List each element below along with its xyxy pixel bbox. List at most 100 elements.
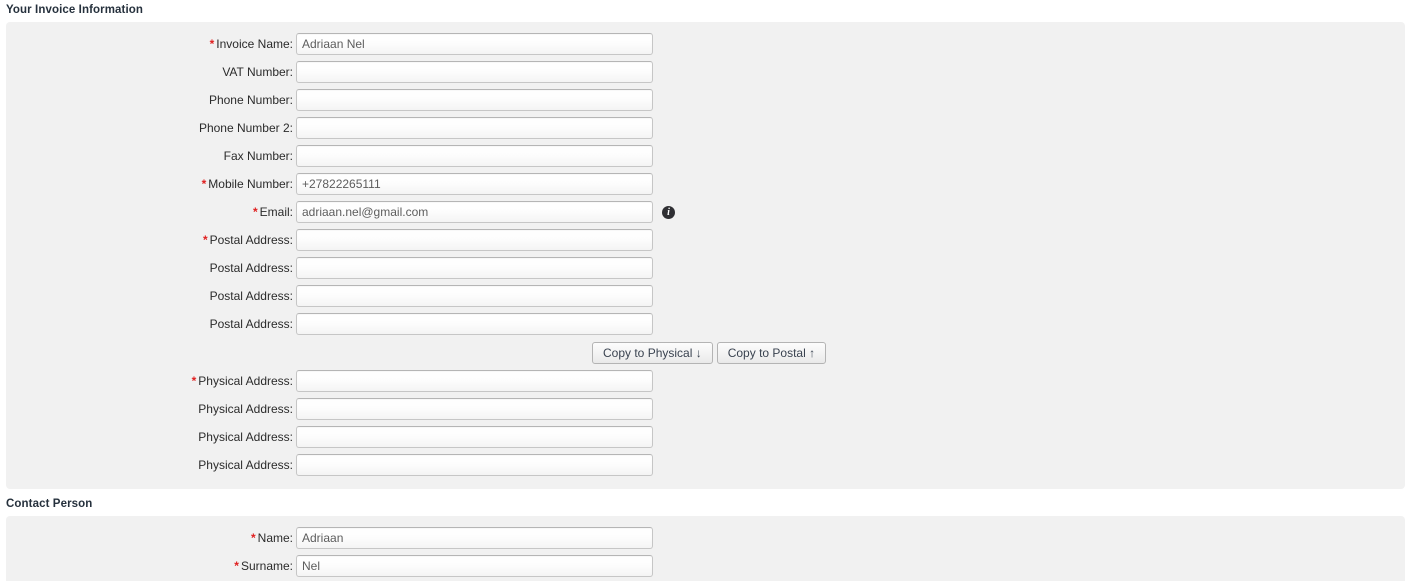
form-row: Fax Number: <box>6 142 1405 170</box>
form-row: Postal Address: <box>6 310 1405 338</box>
required-marker: * <box>209 37 215 51</box>
form-row: * Surname: <box>6 552 1405 580</box>
field-label-text: Fax Number: <box>223 149 293 163</box>
field-label-text: Postal Address: <box>209 261 293 275</box>
field-label: * Physical Address: <box>6 374 296 388</box>
field-label-text: Phone Number: <box>208 93 293 107</box>
copy-to-postal-button[interactable]: Copy to Postal ↑ <box>716 341 827 364</box>
surname-input[interactable] <box>296 555 653 577</box>
phone-number-input[interactable] <box>296 89 653 111</box>
field-wrapper <box>296 285 653 307</box>
field-label: * Email: <box>6 205 296 219</box>
field-label: Postal Address: <box>6 289 296 303</box>
form-row: Physical Address: <box>6 423 1405 451</box>
field-label-text: Physical Address: <box>198 430 293 444</box>
required-marker: * <box>191 374 197 388</box>
field-label-text: Physical Address: <box>198 402 293 416</box>
form-row: Physical Address: <box>6 451 1405 479</box>
field-label-text: Postal Address: <box>209 317 293 331</box>
required-marker: * <box>252 205 258 219</box>
postal-address-input[interactable] <box>296 313 653 335</box>
field-label: * Postal Address: <box>6 233 296 247</box>
phone-number-2-input[interactable] <box>296 117 653 139</box>
fax-number-input[interactable] <box>296 145 653 167</box>
form-row: * Name: <box>6 524 1405 552</box>
required-marker: * <box>201 177 207 191</box>
field-label: Phone Number: <box>6 93 296 107</box>
form-row: Phone Number 2: <box>6 114 1405 142</box>
section-heading-contact-person: Contact Person <box>6 498 93 510</box>
postal-address-input[interactable] <box>296 257 653 279</box>
mobile-number-input[interactable] <box>296 173 653 195</box>
field-wrapper: i <box>296 201 675 223</box>
panel-invoice-information: *Invoice Name:VAT Number:Phone Number:Ph… <box>6 22 1405 489</box>
vat-number-input[interactable] <box>296 61 653 83</box>
section-heading-invoice-information: Your Invoice Information <box>6 4 144 16</box>
field-wrapper <box>296 33 653 55</box>
name-input[interactable] <box>296 527 653 549</box>
form-row: * Physical Address: <box>6 367 1405 395</box>
field-wrapper <box>296 257 653 279</box>
physical-address-input[interactable] <box>296 454 653 476</box>
required-marker: * <box>250 531 256 545</box>
field-wrapper <box>296 398 653 420</box>
required-marker: * <box>202 233 208 247</box>
field-wrapper <box>296 370 653 392</box>
field-wrapper <box>296 117 653 139</box>
form-row: VAT Number: <box>6 58 1405 86</box>
email-input[interactable] <box>296 201 653 223</box>
field-label-text: Postal Address: <box>209 233 293 247</box>
form-row: Postal Address: <box>6 254 1405 282</box>
form-row: Phone Number: <box>6 86 1405 114</box>
physical-address-input[interactable] <box>296 398 653 420</box>
field-label-text: Surname: <box>240 559 293 573</box>
invoice-form-page: Your Invoice Information*Invoice Name:VA… <box>0 0 1411 581</box>
form-row: * Invoice Name: <box>6 30 1405 58</box>
form-row: * Mobile Number: <box>6 170 1405 198</box>
postal-address-input[interactable] <box>296 229 653 251</box>
info-icon[interactable]: i <box>662 205 675 219</box>
form-row: Postal Address: <box>6 282 1405 310</box>
field-label-text: Physical Address: <box>198 458 293 472</box>
field-wrapper <box>296 527 653 549</box>
field-wrapper <box>296 173 653 195</box>
field-label: * Name: <box>6 531 296 545</box>
field-label-text: Email: <box>259 205 293 219</box>
field-wrapper <box>296 555 653 577</box>
required-marker: * <box>234 559 239 573</box>
copy-button-row: Copy to Physical ↓ Copy to Postal ↑ <box>6 338 1405 367</box>
field-label: Postal Address: <box>6 261 296 275</box>
field-label-text: Invoice Name: <box>216 37 293 51</box>
field-label-text: Physical Address: <box>198 374 293 388</box>
field-label: Physical Address: <box>6 402 296 416</box>
field-label-text: Mobile Number: <box>208 177 293 191</box>
field-wrapper <box>296 313 653 335</box>
field-label: * Mobile Number: <box>6 177 296 191</box>
physical-address-input[interactable] <box>296 370 653 392</box>
field-label: Fax Number: <box>6 149 296 163</box>
field-label-text: VAT Number: <box>222 65 293 79</box>
field-wrapper <box>296 145 653 167</box>
form-row: * Postal Address: <box>6 226 1405 254</box>
form-row: Physical Address: <box>6 395 1405 423</box>
form-row: *Email: i <box>6 198 1405 226</box>
physical-address-input[interactable] <box>296 426 653 448</box>
field-label-text: Postal Address: <box>209 289 293 303</box>
field-wrapper <box>296 89 653 111</box>
field-wrapper <box>296 229 653 251</box>
copy-to-physical-button[interactable]: Copy to Physical ↓ <box>592 341 713 364</box>
field-label: Phone Number 2: <box>6 121 296 135</box>
field-label: Physical Address: <box>6 458 296 472</box>
field-wrapper <box>296 61 653 83</box>
field-label-text: Phone Number 2: <box>198 121 293 135</box>
field-label: Postal Address: <box>6 317 296 331</box>
field-label: Physical Address: <box>6 430 296 444</box>
sections-container: Your Invoice Information*Invoice Name:VA… <box>0 0 1411 581</box>
invoice-name-input[interactable] <box>296 33 653 55</box>
field-wrapper <box>296 426 653 448</box>
field-label: * Invoice Name: <box>6 37 296 51</box>
field-label: VAT Number: <box>6 65 296 79</box>
field-label-text: Name: <box>257 531 293 545</box>
postal-address-input[interactable] <box>296 285 653 307</box>
